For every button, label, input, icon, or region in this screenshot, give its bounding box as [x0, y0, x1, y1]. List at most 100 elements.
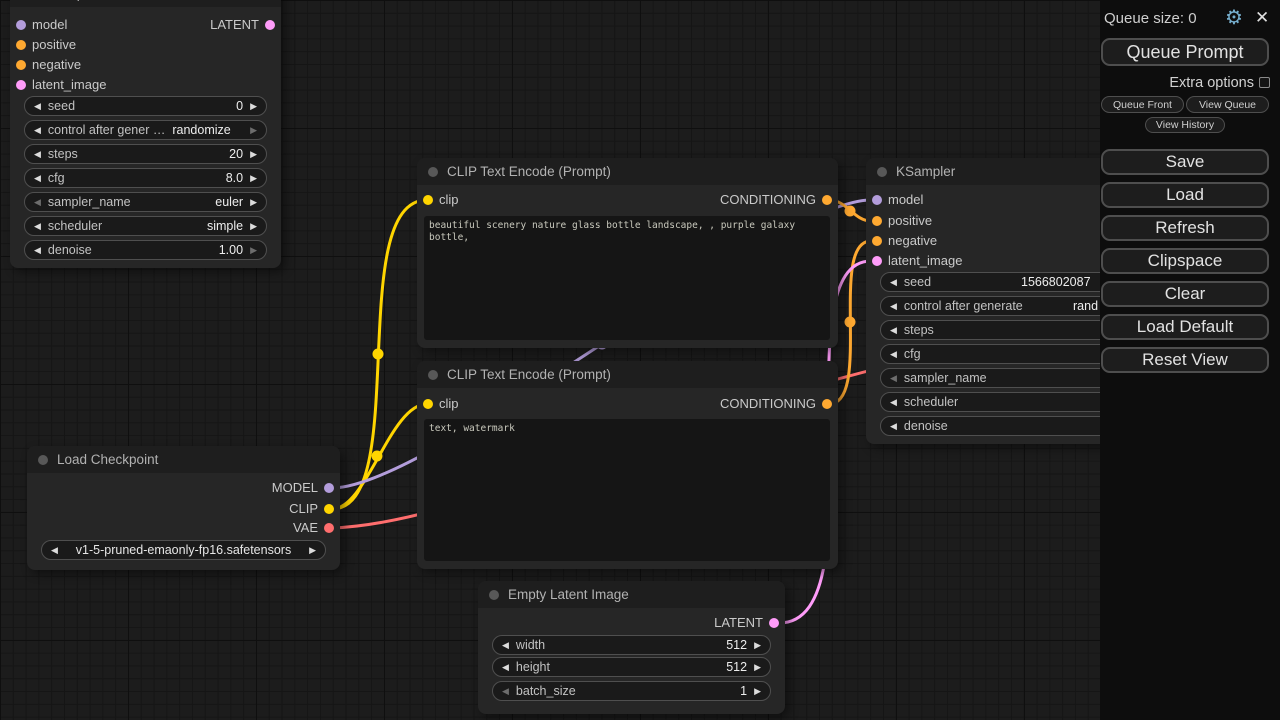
increment-arrow-icon[interactable]: ▶: [250, 174, 257, 183]
latent-output-dot[interactable]: [769, 618, 779, 628]
widget-denoise[interactable]: ◀ denoise 1.00 ▶: [24, 240, 267, 260]
clipspace-button[interactable]: Clipspace: [1101, 248, 1269, 274]
negative-input-dot[interactable]: [16, 60, 26, 70]
widget-ckpt-name[interactable]: ◀ v1-5-pruned-emaonly-fp16.safetensors ▶: [41, 540, 326, 560]
clip-output-dot[interactable]: [324, 504, 334, 514]
decrement-arrow-icon[interactable]: ◀: [502, 687, 509, 696]
output-slot-conditioning: CONDITIONING: [720, 190, 838, 210]
widget-label: seed: [48, 99, 75, 113]
slot-label: model: [32, 17, 67, 32]
decrement-arrow-icon[interactable]: ◀: [890, 422, 897, 431]
output-slot-clip: CLIP: [289, 499, 340, 519]
node-clip-text-encode-negative[interactable]: CLIP Text Encode (Prompt) clip CONDITION…: [417, 361, 838, 569]
decrement-arrow-icon[interactable]: ◀: [890, 278, 897, 287]
increment-arrow-icon[interactable]: ▶: [754, 687, 761, 696]
decrement-arrow-icon[interactable]: ◀: [890, 326, 897, 335]
decrement-arrow-icon[interactable]: ◀: [502, 641, 509, 650]
slot-label: LATENT: [714, 615, 763, 630]
reset-view-button[interactable]: Reset View: [1101, 347, 1269, 373]
positive-input-dot[interactable]: [872, 216, 882, 226]
node-title-bar[interactable]: CLIP Text Encode (Prompt): [417, 361, 838, 388]
latent-output-dot[interactable]: [265, 20, 275, 30]
comfyui-canvas[interactable]: { "icons": { "left_arrow": "◀", "right_a…: [0, 0, 1280, 720]
increment-arrow-icon[interactable]: ▶: [250, 102, 257, 111]
decrement-arrow-icon[interactable]: ◀: [34, 222, 41, 231]
collapse-dot[interactable]: [428, 370, 438, 380]
collapse-dot[interactable]: [38, 455, 48, 465]
decrement-arrow-icon[interactable]: ◀: [34, 150, 41, 159]
view-queue-button[interactable]: View Queue: [1186, 96, 1269, 113]
decrement-arrow-icon[interactable]: ◀: [34, 246, 41, 255]
collapse-dot[interactable]: [428, 167, 438, 177]
load-button[interactable]: Load: [1101, 182, 1269, 208]
widget-seed[interactable]: ◀ seed 0 ▶: [24, 96, 267, 116]
widget-steps[interactable]: ◀ steps 20 ▶: [24, 144, 267, 164]
widget-width[interactable]: ◀ width 512 ▶: [492, 635, 771, 655]
widget-control-after-generate[interactable]: ◀ control after gener … randomize ▶: [24, 120, 267, 140]
node-title-bar[interactable]: CLIP Text Encode (Prompt): [417, 158, 838, 185]
increment-arrow-icon[interactable]: ▶: [250, 198, 257, 207]
positive-input-dot[interactable]: [16, 40, 26, 50]
decrement-arrow-icon[interactable]: ◀: [890, 374, 897, 383]
extra-options-label: Extra options: [1169, 75, 1254, 91]
queue-prompt-button[interactable]: Queue Prompt: [1101, 38, 1269, 66]
conditioning-output-dot[interactable]: [822, 399, 832, 409]
settings-gear-icon[interactable]: ⚙: [1225, 7, 1243, 29]
negative-input-dot[interactable]: [872, 236, 882, 246]
widget-sampler-name[interactable]: ◀ sampler_name euler ▶: [24, 192, 267, 212]
clip-input-dot[interactable]: [423, 399, 433, 409]
model-input-dot[interactable]: [872, 195, 882, 205]
node-title: Empty Latent Image: [508, 581, 629, 608]
decrement-arrow-icon[interactable]: ◀: [34, 174, 41, 183]
queue-front-button[interactable]: Queue Front: [1101, 96, 1184, 113]
collapse-dot[interactable]: [489, 590, 499, 600]
widget-value: 512: [726, 638, 747, 652]
latent-image-input-dot[interactable]: [872, 256, 882, 266]
save-button[interactable]: Save: [1101, 149, 1269, 175]
widget-label: seed: [904, 275, 931, 289]
vae-output-dot[interactable]: [324, 523, 334, 533]
increment-arrow-icon[interactable]: ▶: [754, 663, 761, 672]
increment-arrow-icon[interactable]: ▶: [250, 126, 257, 135]
widget-label: control after generate: [904, 299, 1023, 313]
node-empty-latent-image[interactable]: Empty Latent Image LATENT ◀ width 512 ▶ …: [478, 581, 785, 714]
widget-value: 20: [229, 147, 243, 161]
load-default-button[interactable]: Load Default: [1101, 314, 1269, 340]
decrement-arrow-icon[interactable]: ◀: [502, 663, 509, 672]
increment-arrow-icon[interactable]: ▶: [250, 150, 257, 159]
increment-arrow-icon[interactable]: ▶: [754, 641, 761, 650]
latent-image-input-dot[interactable]: [16, 80, 26, 90]
model-output-dot[interactable]: [324, 483, 334, 493]
increment-arrow-icon[interactable]: ▶: [250, 222, 257, 231]
refresh-button[interactable]: Refresh: [1101, 215, 1269, 241]
decrement-arrow-icon[interactable]: ◀: [34, 102, 41, 111]
conditioning-output-dot[interactable]: [822, 195, 832, 205]
model-input-dot[interactable]: [16, 20, 26, 30]
node-title-bar[interactable]: Empty Latent Image: [478, 581, 785, 608]
view-history-button[interactable]: View History: [1145, 117, 1225, 133]
increment-arrow-icon[interactable]: ▶: [250, 246, 257, 255]
close-icon[interactable]: ✕: [1255, 7, 1269, 29]
widget-height[interactable]: ◀ height 512 ▶: [492, 657, 771, 677]
clear-button[interactable]: Clear: [1101, 281, 1269, 307]
decrement-arrow-icon[interactable]: ◀: [890, 350, 897, 359]
widget-batch-size[interactable]: ◀ batch_size 1 ▶: [492, 681, 771, 701]
prompt-textarea[interactable]: text, watermark: [424, 419, 830, 561]
decrement-arrow-icon[interactable]: ◀: [34, 198, 41, 207]
widget-scheduler[interactable]: ◀ scheduler simple ▶: [24, 216, 267, 236]
node-title-bar[interactable]: KSampler: [10, 0, 281, 7]
clip-input-dot[interactable]: [423, 195, 433, 205]
node-ksampler-left[interactable]: KSampler model positive negative latent_…: [10, 0, 281, 268]
node-load-checkpoint[interactable]: Load Checkpoint MODEL CLIP VAE ◀ v1-5-pr…: [27, 446, 340, 570]
prompt-textarea[interactable]: beautiful scenery nature glass bottle la…: [424, 216, 830, 340]
extra-options-checkbox[interactable]: [1259, 77, 1270, 88]
collapse-dot[interactable]: [877, 167, 887, 177]
widget-cfg[interactable]: ◀ cfg 8.0 ▶: [24, 168, 267, 188]
decrement-arrow-icon[interactable]: ◀: [890, 398, 897, 407]
decrement-arrow-icon[interactable]: ◀: [34, 126, 41, 135]
previous-arrow-icon[interactable]: ◀: [51, 546, 58, 555]
node-title-bar[interactable]: Load Checkpoint: [27, 446, 340, 473]
next-arrow-icon[interactable]: ▶: [309, 546, 316, 555]
decrement-arrow-icon[interactable]: ◀: [890, 302, 897, 311]
node-clip-text-encode-positive[interactable]: CLIP Text Encode (Prompt) clip CONDITION…: [417, 158, 838, 348]
